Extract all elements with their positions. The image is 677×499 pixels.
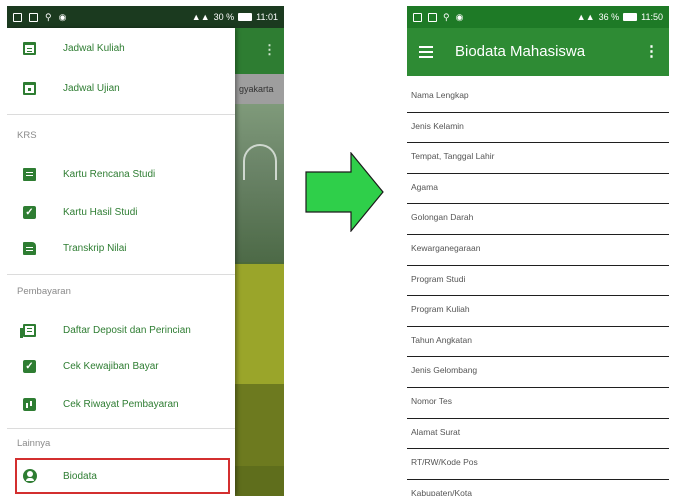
check-box-icon: ✓	[23, 205, 36, 219]
clock: 11:01	[256, 12, 278, 22]
field-label: RT/RW/Kode Pos	[411, 457, 478, 468]
drawer-item-kartu-hasil-studi[interactable]: ✓ Kartu Hasil Studi	[7, 194, 235, 230]
field-jenis-gelombang[interactable]: Jenis Gelombang	[407, 357, 669, 388]
field-rt-rw-kode-pos[interactable]: RT/RW/Kode Pos	[407, 449, 669, 480]
field-jenis-kelamin[interactable]: Jenis Kelamin	[407, 113, 669, 144]
field-label: Tempat, Tanggal Lahir	[411, 151, 495, 162]
menu-icon[interactable]	[419, 46, 433, 58]
drawer-item-label: Kartu Rencana Studi	[63, 168, 156, 180]
battery-icon	[623, 13, 638, 21]
field-program-studi[interactable]: Program Studi	[407, 266, 669, 297]
drawer-item-jadwal-ujian[interactable]: Jadwal Ujian	[7, 70, 235, 106]
signal-icon: ▲▲	[191, 11, 210, 22]
biodata-field-list: Nama Lengkap Jenis Kelamin Tempat, Tangg…	[407, 82, 669, 496]
drawer-item-cek-kewajiban-bayar[interactable]: ✓ Cek Kewajiban Bayar	[7, 348, 235, 384]
sync-icon: ◉	[58, 11, 67, 22]
banner	[235, 264, 284, 384]
drawer-item-label: Transkrip Nilai	[63, 242, 127, 254]
field-program-kuliah[interactable]: Program Kuliah	[407, 296, 669, 327]
signal-icon: ▲▲	[576, 11, 595, 22]
drawer-item-label: Kartu Hasil Studi	[63, 206, 138, 218]
field-label: Kewarganegaraan	[411, 242, 481, 253]
message-icon	[29, 12, 38, 22]
page-title: Biodata Mahasiswa	[455, 43, 586, 60]
field-label: Nama Lengkap	[411, 90, 469, 100]
navigation-drawer: Jadwal Kuliah Jadwal Ujian KRS Kartu Ren…	[7, 28, 235, 496]
battery-percent: 36 %	[598, 12, 620, 22]
field-label: Golongan Darah	[411, 212, 474, 223]
divider	[7, 274, 235, 275]
field-agama[interactable]: Agama	[407, 174, 669, 205]
usb-icon: ⚲	[45, 11, 52, 22]
drawer-item-jadwal-kuliah[interactable]: Jadwal Kuliah	[7, 30, 235, 66]
campus-photo	[235, 104, 284, 262]
campus-arch	[243, 144, 277, 180]
calendar-event-icon	[23, 81, 36, 95]
field-tempat-tanggal-lahir[interactable]: Tempat, Tanggal Lahir	[407, 143, 669, 174]
app-bar: Biodata Mahasiswa ⋮	[407, 28, 669, 76]
field-label: Tahun Angkatan	[411, 334, 472, 345]
field-label: Jenis Kelamin	[411, 120, 464, 131]
drawer-item-label: Jadwal Kuliah	[63, 42, 125, 54]
app-bar	[235, 28, 284, 74]
battery-icon	[238, 13, 253, 21]
calendar-icon	[23, 41, 36, 55]
drawer-item-kartu-rencana-studi[interactable]: Kartu Rencana Studi	[7, 156, 235, 192]
more-options-icon[interactable]: ⋮	[644, 42, 659, 60]
bottom-bar	[235, 466, 284, 496]
field-label: Agama	[411, 181, 438, 192]
message-icon	[428, 12, 437, 22]
field-kewarganegaraan[interactable]: Kewarganegaraan	[407, 235, 669, 266]
check-box-icon: ✓	[23, 359, 36, 373]
document-icon	[23, 241, 36, 255]
right-arrow-icon	[305, 152, 384, 232]
left-phone-screen: ⚲ ◉ ▲▲ 30 % 11:01 ⋮ gyakarta Jadwal Kuli…	[7, 6, 284, 496]
status-bar: ⚲ ◉ ▲▲ 36 % 11:50	[407, 6, 669, 28]
section-title-pembayaran: Pembayaran	[17, 286, 71, 297]
field-label: Alamat Surat	[411, 426, 461, 437]
field-label: Jenis Gelombang	[411, 365, 478, 376]
more-options-icon[interactable]: ⋮	[263, 42, 276, 58]
battery-percent: 30 %	[213, 12, 235, 22]
clipboard-icon	[23, 167, 36, 181]
field-tahun-angkatan[interactable]: Tahun Angkatan	[407, 327, 669, 358]
clock: 11:50	[641, 12, 663, 22]
section-title-krs: KRS	[17, 130, 37, 141]
notification-icon	[13, 12, 22, 22]
right-phone-screen: ⚲ ◉ ▲▲ 36 % 11:50 Biodata Mahasiswa ⋮ Na…	[407, 6, 669, 496]
list-icon	[20, 323, 36, 338]
drawer-item-transkrip-nilai[interactable]: Transkrip Nilai	[7, 230, 235, 266]
field-label: Kabupaten/Kota	[411, 487, 472, 496]
drawer-item-label: Cek Kewajiban Bayar	[63, 360, 159, 372]
dimmed-main-content[interactable]: ⋮ gyakarta	[235, 28, 284, 496]
sync-icon: ◉	[455, 11, 464, 22]
field-alamat-surat[interactable]: Alamat Surat	[407, 419, 669, 450]
drawer-item-daftar-deposit[interactable]: Daftar Deposit dan Perincian	[7, 312, 235, 348]
divider	[7, 114, 235, 115]
section-title-lainnya: Lainnya	[17, 438, 51, 449]
highlight-box	[15, 458, 230, 494]
divider	[7, 428, 235, 429]
drawer-item-label: Daftar Deposit dan Perincian	[63, 324, 191, 336]
drawer-item-label: Jadwal Ujian	[63, 82, 120, 94]
field-label: Nomor Tes	[411, 395, 452, 406]
field-nomor-tes[interactable]: Nomor Tes	[407, 388, 669, 419]
status-bar: ⚲ ◉ ▲▲ 30 % 11:01	[7, 6, 284, 28]
field-kabupaten-kota[interactable]: Kabupaten/Kota	[407, 480, 669, 496]
drawer-item-label: Cek Riwayat Pembayaran	[63, 398, 179, 410]
bar-chart-icon	[23, 397, 36, 411]
field-label: Program Kuliah	[411, 304, 470, 315]
usb-icon: ⚲	[443, 11, 450, 22]
banner-lower	[235, 384, 284, 466]
drawer-item-cek-riwayat-pembayaran[interactable]: Cek Riwayat Pembayaran	[7, 386, 235, 422]
notification-icon	[413, 12, 422, 22]
field-label: Program Studi	[411, 273, 466, 284]
field-golongan-darah[interactable]: Golongan Darah	[407, 204, 669, 235]
tab-label: gyakarta	[235, 74, 284, 104]
field-nama-lengkap[interactable]: Nama Lengkap	[407, 82, 669, 113]
